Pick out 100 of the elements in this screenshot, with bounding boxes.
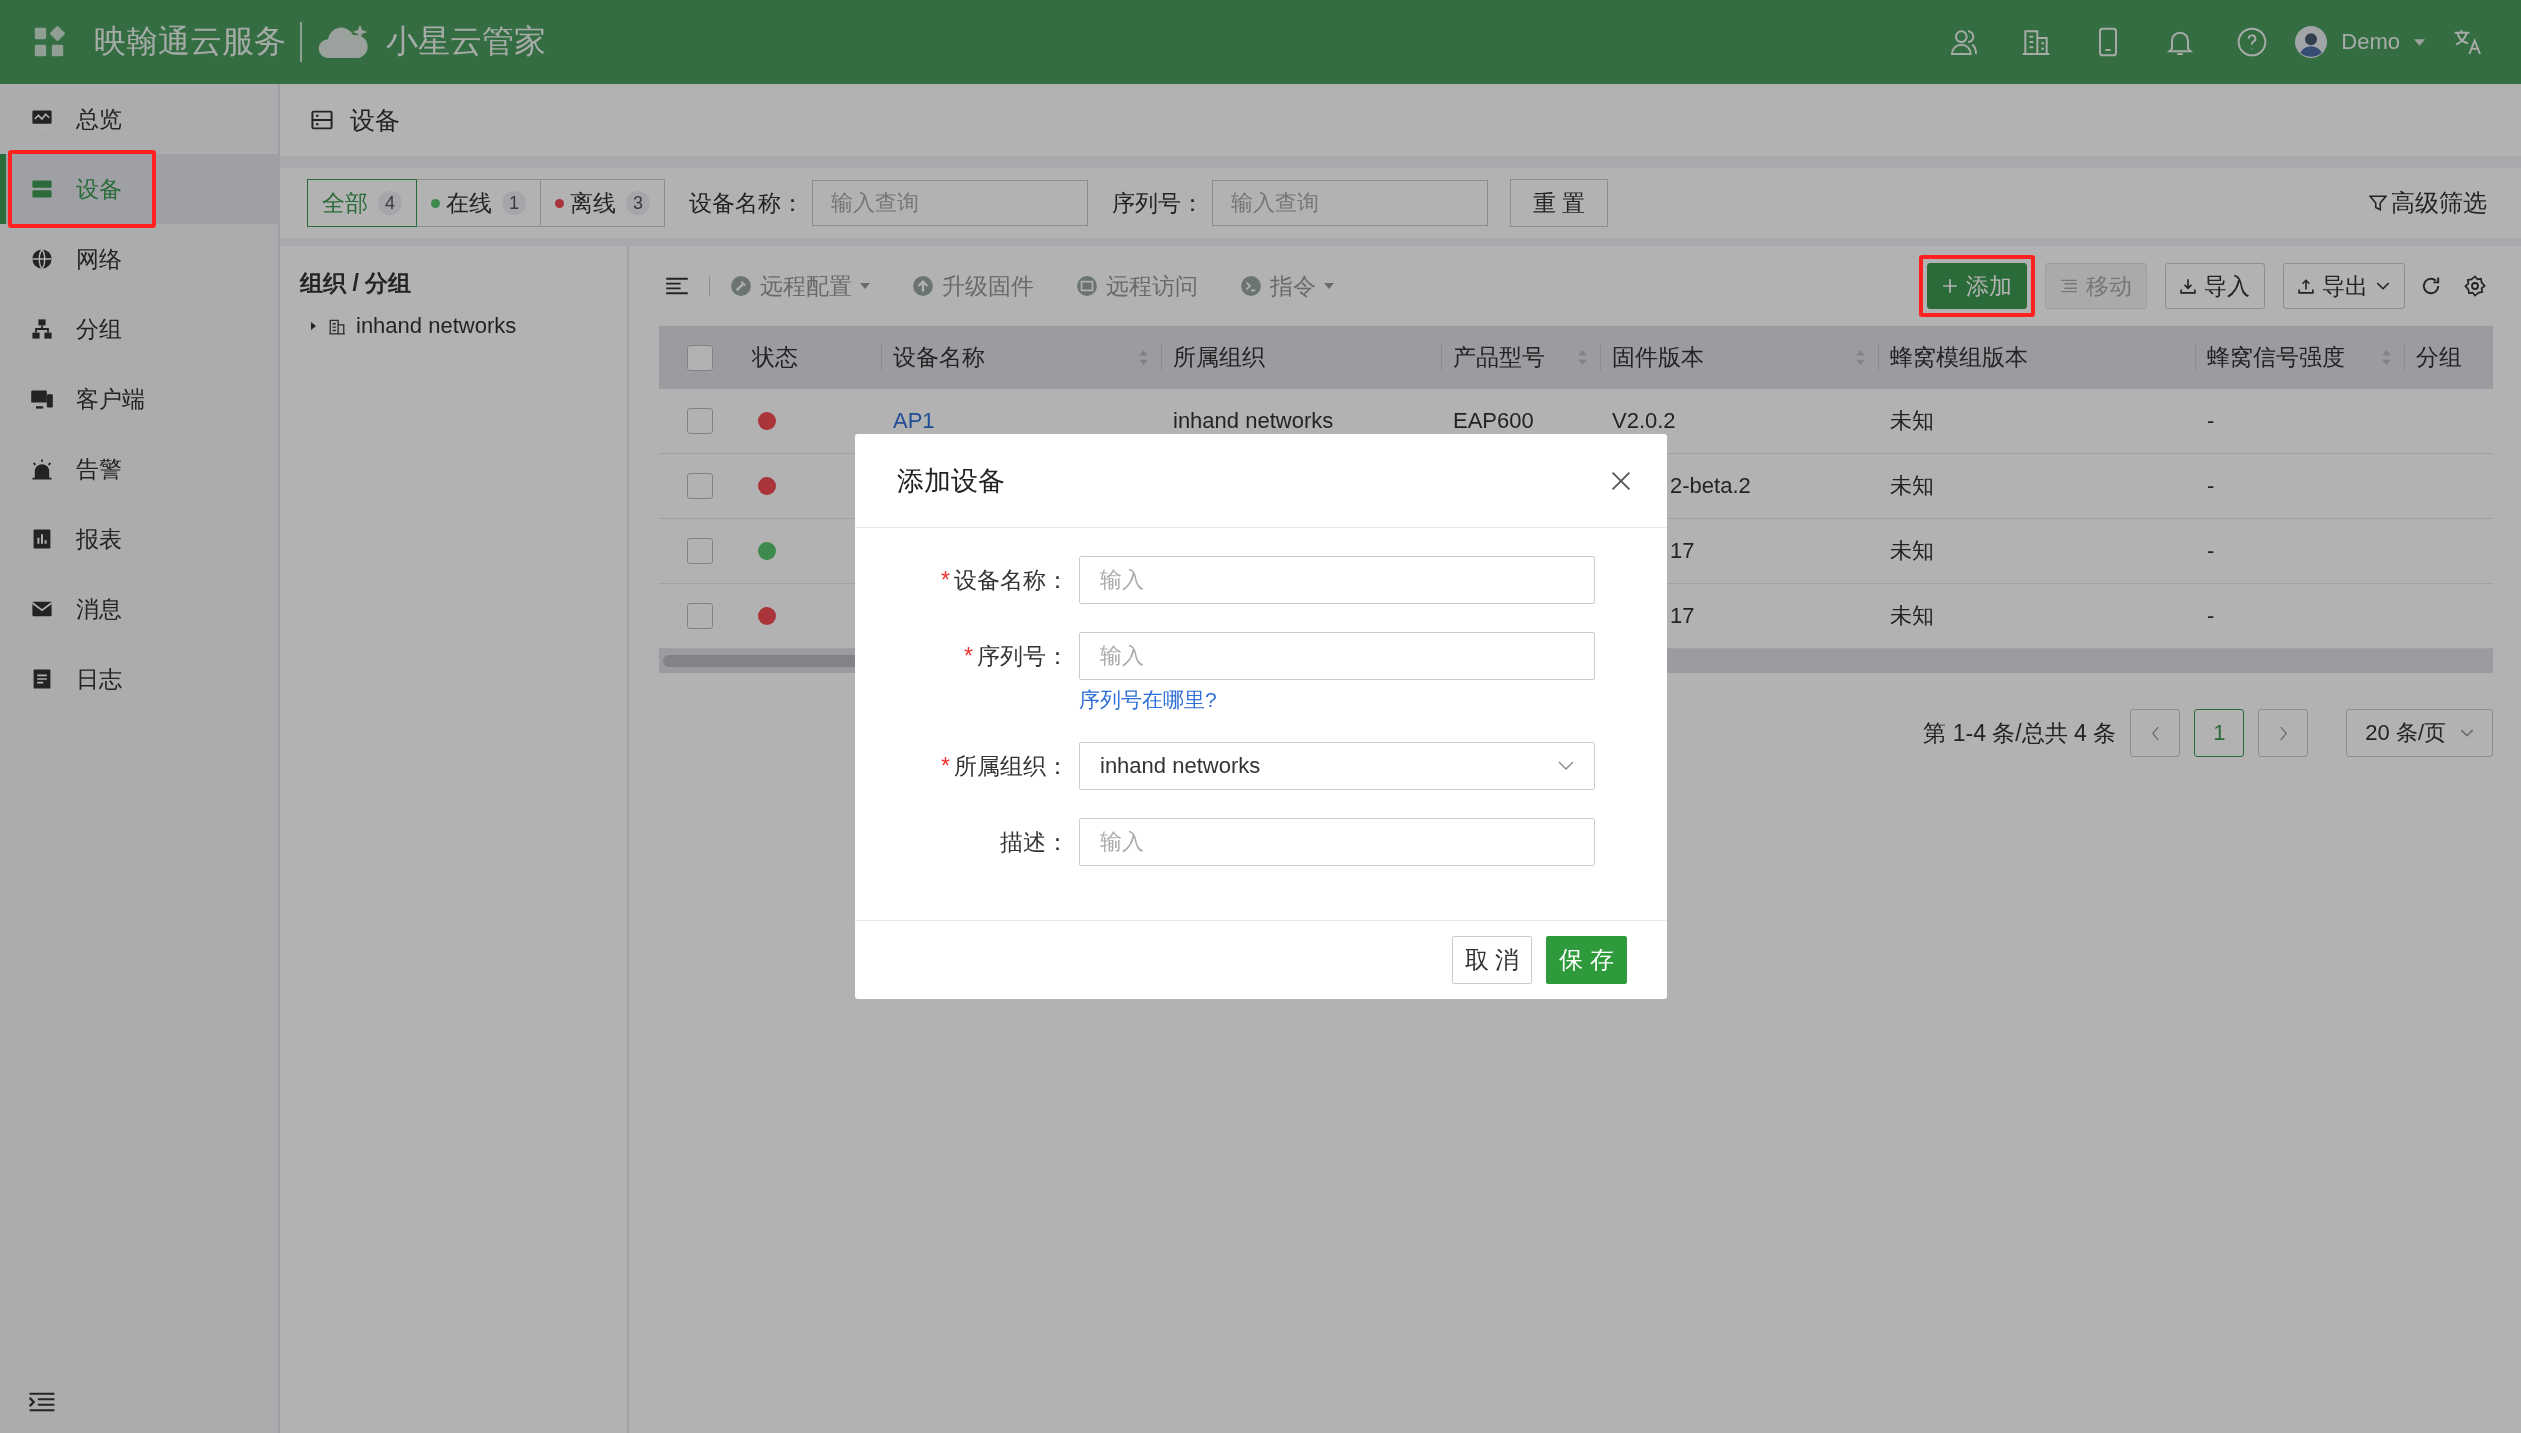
- chevron-right-icon: [2278, 725, 2288, 741]
- sidebar-label: 报表: [76, 524, 122, 554]
- input-field[interactable]: 输入: [1079, 818, 1595, 866]
- field-label: 设备名称：: [954, 566, 1069, 595]
- import-button[interactable]: 导入: [2165, 263, 2265, 309]
- filter-tab[interactable]: 离线 3: [540, 179, 665, 227]
- select-all-checkbox[interactable]: [686, 344, 713, 371]
- sort-icon[interactable]: [1577, 349, 1588, 366]
- organization-select[interactable]: inhand networks: [1079, 742, 1595, 790]
- sidebar-label: 设备: [76, 174, 122, 204]
- settings-icon[interactable]: [2463, 274, 2487, 298]
- search-field[interactable]: 输入查询: [812, 180, 1088, 226]
- sort-icon[interactable]: [2381, 349, 2392, 366]
- caret-icon[interactable]: [2414, 38, 2425, 46]
- sidebar-item[interactable]: 客户端: [0, 364, 278, 434]
- table-cell: EAP600: [1453, 408, 1534, 434]
- sidebar-label: 分组: [76, 314, 122, 344]
- filter-label: 设备名称：: [689, 188, 804, 218]
- required-mark: *: [941, 566, 950, 595]
- cancel-button[interactable]: 取 消: [1451, 936, 1533, 984]
- pagination-summary: 第 1-4 条/总共 4 条: [1923, 718, 2117, 748]
- table-cell: inhand networks: [1173, 408, 1334, 434]
- network-icon: [30, 247, 54, 271]
- lines-icon: [2060, 278, 2078, 294]
- input-field[interactable]: 输入: [1079, 632, 1595, 680]
- device-link[interactable]: AP1: [893, 408, 935, 434]
- sidebar-item[interactable]: 消息: [0, 574, 278, 644]
- brand-name: 映翰通云服务: [94, 22, 286, 61]
- download-icon: [2180, 278, 2196, 294]
- sidebar-item[interactable]: 日志: [0, 644, 278, 714]
- help-link[interactable]: 序列号在哪里?: [1079, 686, 1217, 714]
- sidebar-label: 总览: [76, 104, 122, 134]
- column-header: 产品型号: [1453, 343, 1545, 372]
- row-checkbox[interactable]: [686, 473, 713, 499]
- help-icon[interactable]: [2236, 26, 2269, 58]
- table-cell: -: [2207, 408, 2215, 434]
- filter-icon: [2369, 194, 2387, 212]
- table-cell-text: 未知: [1890, 602, 1934, 630]
- sidebar-item[interactable]: 网络: [0, 224, 278, 294]
- chevron-down-icon: [1558, 761, 1574, 771]
- tree-title: 组织 / 分组: [300, 269, 413, 298]
- field-label: 序列号：: [977, 642, 1069, 671]
- table-cell: -: [2207, 603, 2215, 629]
- advanced-filter-button[interactable]: 高级筛选: [2363, 186, 2493, 220]
- chevron-down-icon: [2376, 281, 2390, 291]
- sidebar-item[interactable]: 分组: [0, 294, 278, 364]
- upload-icon: [2298, 278, 2314, 294]
- sidebar-label: 告警: [76, 454, 122, 484]
- product-name: 小星云管家: [386, 22, 546, 61]
- search-field[interactable]: 输入查询: [1212, 180, 1488, 226]
- filter-tab[interactable]: 全部 4: [307, 179, 417, 227]
- building-icon: [328, 317, 346, 335]
- column-header: 固件版本: [1612, 343, 1704, 372]
- column-header: 分组: [2416, 343, 2462, 372]
- column-header: 设备名称: [893, 343, 985, 372]
- page-size-select[interactable]: 20 条/页: [2346, 709, 2493, 757]
- row-checkbox[interactable]: [686, 408, 713, 434]
- chevron-left-icon: [2150, 725, 2160, 741]
- expand-caret-icon[interactable]: [308, 321, 318, 331]
- sidebar-item[interactable]: 告警: [0, 434, 278, 504]
- column-header: 所属组织: [1173, 343, 1265, 372]
- access-icon: [1076, 275, 1098, 297]
- filter-tab[interactable]: 在线 1: [416, 179, 541, 227]
- table-cell-text: 未知: [1890, 472, 1934, 500]
- page-title: 设备: [350, 104, 400, 136]
- sidebar-label: 客户端: [76, 384, 145, 414]
- avatar-icon[interactable]: [2295, 26, 2328, 58]
- sidebar-label: 网络: [76, 244, 122, 274]
- tree-node[interactable]: inhand networks: [300, 313, 607, 339]
- reset-button[interactable]: 重 置: [1510, 179, 1609, 227]
- sidebar-label: 消息: [76, 594, 122, 624]
- sidebar-label: 日志: [76, 664, 122, 694]
- field-label: 所属组织：: [954, 752, 1069, 781]
- save-button[interactable]: 保 存: [1546, 936, 1627, 984]
- next-page-button[interactable]: [2258, 709, 2309, 757]
- alarm-icon: [30, 457, 54, 481]
- group-icon: [30, 317, 54, 341]
- column-header: 蜂窝模组版本: [1890, 343, 2028, 372]
- sidebar-item[interactable]: 报表: [0, 504, 278, 574]
- export-button[interactable]: 导出: [2283, 263, 2405, 309]
- sidebar-item[interactable]: 总览: [0, 84, 278, 154]
- required-mark: *: [964, 642, 973, 671]
- input-field[interactable]: 输入: [1079, 556, 1595, 604]
- table-cell: -: [2207, 473, 2215, 499]
- upgrade-icon: [912, 275, 934, 297]
- sort-icon[interactable]: [1138, 349, 1149, 366]
- app-grid-icon[interactable]: [32, 25, 66, 59]
- table-cell: -: [2207, 538, 2215, 564]
- collapse-menu-icon[interactable]: [28, 1391, 56, 1413]
- column-header: 状态: [752, 343, 798, 372]
- row-checkbox[interactable]: [686, 538, 713, 564]
- table-cell: 17: [1670, 538, 1695, 564]
- column-header: 蜂窝信号强度: [2207, 343, 2345, 372]
- chevron-down-icon: [2460, 728, 2474, 738]
- field-label: 描述：: [1000, 828, 1069, 857]
- row-checkbox[interactable]: [686, 603, 713, 629]
- config-icon: [730, 275, 752, 297]
- previous-page-button[interactable]: [2130, 709, 2181, 757]
- sort-icon[interactable]: [1855, 349, 1866, 366]
- command-icon: [1240, 275, 1262, 297]
